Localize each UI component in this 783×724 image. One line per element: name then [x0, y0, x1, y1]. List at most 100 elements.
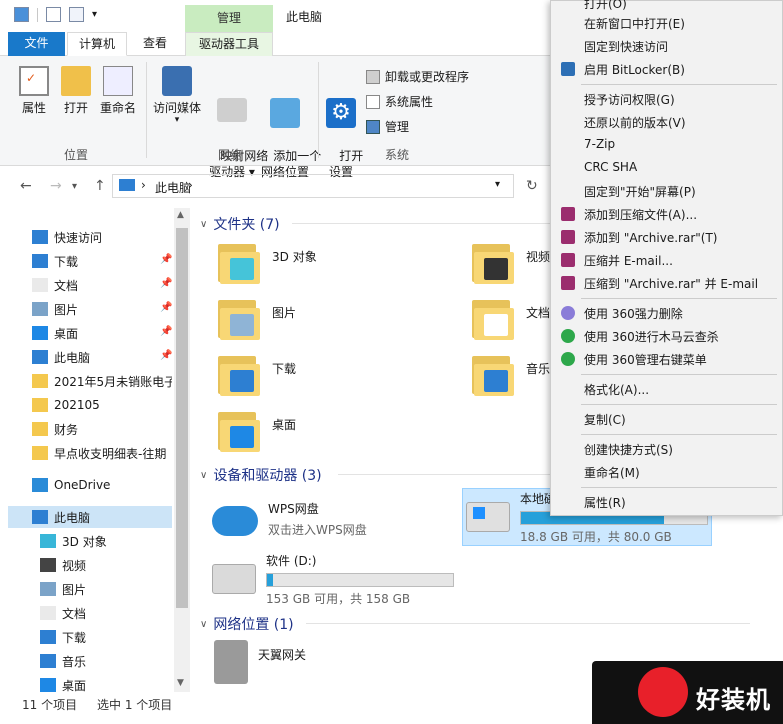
breadcrumb[interactable]: 此电脑 [155, 179, 191, 196]
menu-item[interactable]: CRC SHA [584, 160, 637, 174]
pin-icon[interactable]: 📌 [160, 254, 172, 265]
nav-item[interactable]: 财务 [32, 418, 172, 440]
folder-item[interactable]: 图片 [216, 296, 296, 342]
menu-item[interactable]: 复制(C) [584, 411, 626, 428]
section-folders[interactable]: ∨ 文件夹 (7) [200, 214, 280, 234]
nav-item[interactable]: 文档 [40, 602, 180, 624]
pin-icon[interactable]: 📌 [160, 278, 172, 289]
pin-icon[interactable]: 📌 [160, 326, 172, 337]
section-drives[interactable]: ∨ 设备和驱动器 (3) [200, 465, 322, 485]
network-location-item[interactable]: 天翼网关 [214, 640, 306, 684]
folder-item[interactable]: 音乐 [470, 352, 550, 398]
menu-item[interactable]: 使用 360进行木马云查杀 [584, 328, 719, 345]
menu-item[interactable]: 使用 360强力删除 [584, 305, 683, 322]
menu-item[interactable]: 打开(O) [584, 0, 627, 12]
system-properties-button[interactable]: 系统属性 [366, 93, 433, 110]
nav-scrollbar-thumb[interactable] [176, 228, 188, 608]
nav-item[interactable]: 桌面 [32, 322, 172, 344]
computer-icon[interactable] [14, 7, 29, 22]
new-folder-icon[interactable] [69, 7, 84, 22]
folder-label: 桌面 [272, 418, 297, 432]
properties-button[interactable]: ✓ 属性 [18, 66, 50, 116]
chevron-down-icon[interactable]: ▾ [92, 7, 107, 22]
group-label-location: 位置 [64, 148, 89, 162]
nav-item[interactable]: 图片 [40, 578, 180, 600]
chevron-down-icon[interactable]: ▾ [72, 181, 77, 192]
nav-item[interactable]: 此电脑 [32, 346, 172, 368]
network-device-icon [214, 640, 248, 684]
nav-item-label: 财务 [54, 422, 79, 437]
menu-item[interactable]: 添加到压缩文件(A)... [584, 206, 697, 223]
chevron-down-icon[interactable]: ▾ [495, 179, 500, 190]
folder-item[interactable]: 3D 对象 [216, 240, 317, 286]
menu-item[interactable]: 重命名(M) [584, 464, 640, 481]
document-icon [484, 314, 508, 336]
scroll-down-icon[interactable]: ▼ [177, 678, 184, 688]
manage-button[interactable]: 管理 [366, 118, 409, 135]
menu-item[interactable]: 使用 360管理右键菜单 [584, 351, 707, 368]
section-network[interactable]: ∨ 网络位置 (1) [200, 614, 294, 634]
forward-arrow-icon[interactable]: → [50, 178, 62, 194]
folder-item[interactable]: 视频 [470, 240, 550, 286]
nav-item[interactable]: 2021年5月未销账电子 [32, 370, 172, 392]
scroll-up-icon[interactable]: ▲ [177, 210, 184, 220]
cloud-icon [212, 506, 258, 536]
pin-icon[interactable]: 📌 [160, 350, 172, 361]
properties-icon[interactable] [46, 7, 61, 22]
nav-item[interactable]: OneDrive [32, 474, 172, 496]
drive-wps[interactable]: WPS网盘 双击进入WPS网盘 [212, 496, 367, 538]
properties-icon: ✓ [19, 66, 49, 96]
menu-item[interactable]: 固定到快速访问 [584, 38, 668, 55]
menu-item[interactable]: 固定到"开始"屏幕(P) [584, 183, 696, 200]
nav-item[interactable]: 早点收支明细表-往期 [32, 442, 172, 464]
menu-item[interactable]: 7-Zip [584, 137, 615, 151]
open-button[interactable]: 打开 [60, 66, 92, 116]
menu-item[interactable]: 格式化(A)... [584, 381, 649, 398]
folder-icon [32, 422, 48, 436]
rename-button[interactable]: 重命名 [98, 66, 138, 116]
nav-item[interactable]: 图片 [32, 298, 172, 320]
up-arrow-icon[interactable]: ↑ [94, 178, 106, 194]
folder-item[interactable]: 下载 [216, 352, 296, 398]
menu-item[interactable]: 启用 BitLocker(B) [584, 61, 685, 78]
tab-drive-tools[interactable]: 驱动器工具 [185, 32, 273, 56]
nav-item[interactable]: 文档 [32, 274, 172, 296]
media-icon [162, 66, 192, 96]
menu-item[interactable]: 在新窗口中打开(E) [584, 15, 685, 32]
menu-item[interactable]: 属性(R) [584, 494, 626, 511]
picture-icon [40, 582, 56, 596]
folder-item[interactable]: 桌面 [216, 408, 296, 454]
refresh-icon[interactable]: ↻ [526, 178, 538, 194]
nav-item[interactable]: 下载 [40, 626, 180, 648]
nav-item[interactable]: 下载 [32, 250, 172, 272]
nav-item-label: 桌面 [62, 678, 87, 693]
video-icon [40, 558, 56, 572]
nav-item[interactable]: 快速访问 [32, 226, 172, 248]
back-arrow-icon[interactable]: ← [20, 178, 32, 194]
menu-item[interactable]: 压缩并 E-mail... [584, 252, 673, 269]
nav-item[interactable]: 视频 [40, 554, 180, 576]
access-media-button[interactable]: 访问媒体 ▾ [151, 66, 203, 125]
folder-item[interactable]: 文档 [470, 296, 550, 342]
navigation-pane: 快速访问 下载 📌 文档 📌 图片 📌 桌面 📌 此电脑 📌 2021年5月未销账电子 202105 财务… [0, 208, 190, 693]
menu-item[interactable]: 添加到 "Archive.rar"(T) [584, 229, 717, 246]
drive-name: WPS网盘 [268, 502, 319, 516]
tab-computer[interactable]: 计算机 [67, 32, 127, 56]
nav-item[interactable]: 此电脑 [32, 506, 172, 528]
address-bar[interactable]: › 此电脑 › ▾ [112, 174, 514, 198]
drive-d[interactable]: 软件 (D:) 153 GB 可用，共 158 GB [212, 552, 454, 607]
menu-item[interactable]: 还原以前的版本(V) [584, 114, 686, 131]
menu-item[interactable]: 创建快捷方式(S) [584, 441, 673, 458]
pin-icon[interactable]: 📌 [160, 302, 172, 313]
tab-view[interactable]: 查看 [132, 32, 178, 56]
menu-item[interactable]: 授予访问权限(G) [584, 91, 675, 108]
status-selected: 选中 1 个项目 [97, 698, 173, 712]
music-icon [484, 370, 508, 392]
menu-item[interactable]: 压缩到 "Archive.rar" 并 E-mail [584, 275, 758, 292]
nav-item[interactable]: 3D 对象 [40, 530, 180, 552]
nav-item[interactable]: 202105 [32, 394, 172, 416]
nav-item[interactable]: 音乐 [40, 650, 180, 672]
menu-separator [581, 374, 777, 375]
tab-file[interactable]: 文件 [8, 32, 65, 56]
uninstall-button[interactable]: 卸载或更改程序 [366, 68, 469, 85]
